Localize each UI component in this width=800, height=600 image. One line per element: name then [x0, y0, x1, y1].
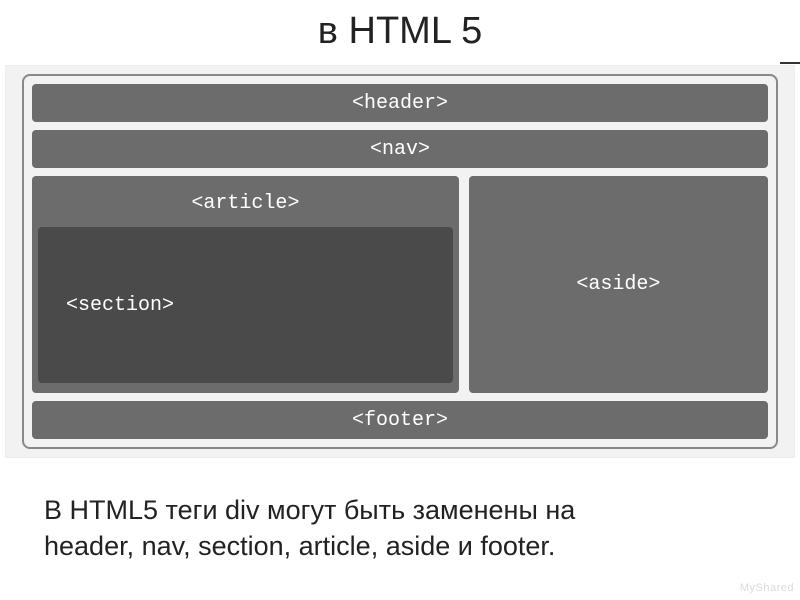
- decor-line: [780, 62, 800, 64]
- section-label: <section>: [66, 294, 174, 317]
- caption-line-2: header, nav, section, article, aside и f…: [18, 528, 782, 564]
- diagram-canvas: <header> <nav> <article> <section> <asid…: [5, 65, 795, 458]
- aside-label: <aside>: [576, 273, 660, 296]
- footer-block: <footer>: [32, 401, 768, 439]
- caption-line-1: В HTML5 теги div могут быть заменены на: [18, 492, 782, 528]
- header-label: <header>: [352, 92, 448, 115]
- html5-structure-outline: <header> <nav> <article> <section> <asid…: [22, 74, 778, 449]
- section-block: <section>: [38, 227, 453, 383]
- aside-block: <aside>: [469, 176, 768, 393]
- header-block: <header>: [32, 84, 768, 122]
- article-label: <article>: [38, 182, 453, 227]
- footer-label: <footer>: [352, 409, 448, 432]
- nav-block: <nav>: [32, 130, 768, 168]
- nav-label: <nav>: [370, 138, 430, 161]
- caption-text: В HTML5 теги div могут быть заменены на …: [18, 492, 782, 565]
- watermark: MyShared: [740, 582, 794, 594]
- article-block: <article> <section>: [32, 176, 459, 393]
- page-title: в HTML 5: [0, 10, 800, 53]
- content-row: <article> <section> <aside>: [32, 176, 768, 393]
